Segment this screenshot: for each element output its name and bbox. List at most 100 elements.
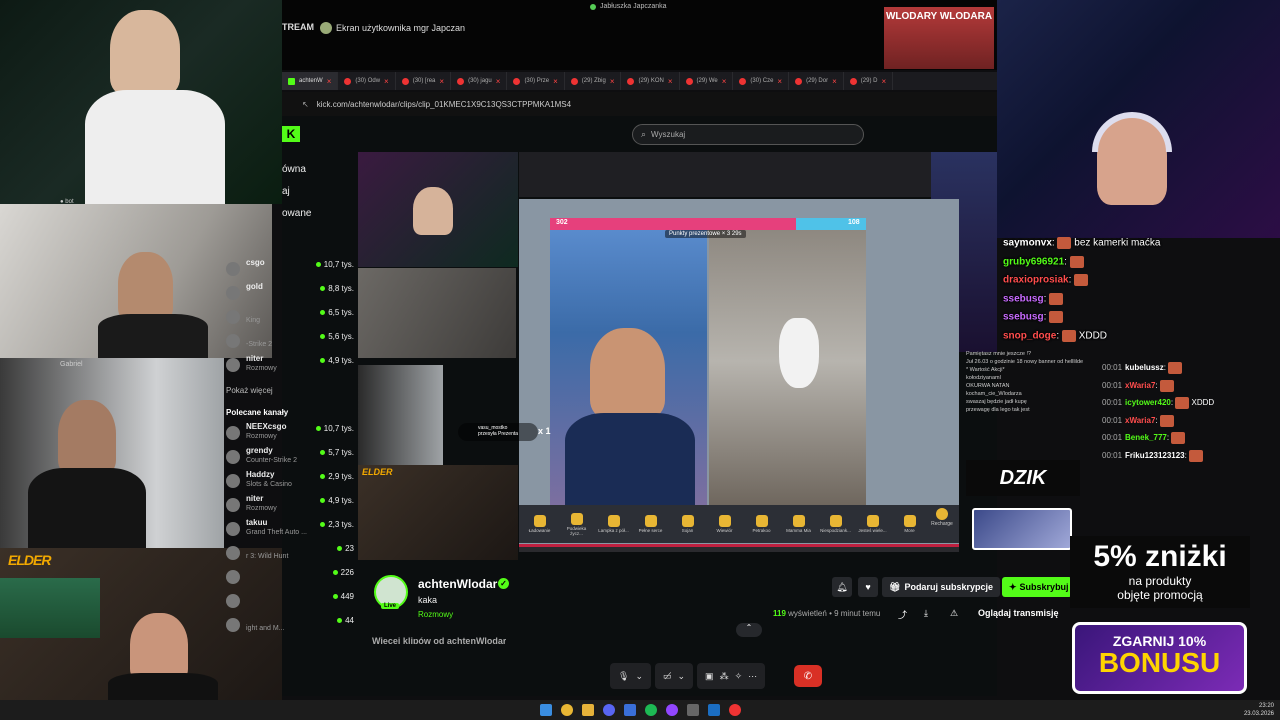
gift-item[interactable]: Mamma Mia — [782, 515, 815, 533]
close-icon[interactable]: × — [327, 77, 332, 86]
gift-item[interactable]: Petrakoo — [745, 515, 778, 533]
store-icon[interactable] — [623, 704, 636, 716]
close-icon[interactable]: × — [439, 77, 444, 86]
chat-username[interactable]: xWaria7 — [1125, 381, 1155, 390]
report-icon[interactable]: ⚠ — [950, 608, 958, 619]
sidebar-nav-browse[interactable]: aj — [282, 186, 290, 197]
steam-icon[interactable] — [707, 704, 720, 716]
viewer-count: 6,5 tys. — [320, 308, 354, 317]
sidebar-channel-row[interactable]: ight and M... 44 — [224, 614, 354, 642]
kick-logo-icon[interactable]: K — [282, 126, 300, 142]
show-more-link[interactable]: Pokaż więcej — [226, 386, 273, 395]
gift-label: Jesteś wiele... — [858, 528, 887, 533]
start-icon[interactable] — [539, 704, 552, 716]
close-icon[interactable]: × — [832, 77, 837, 86]
tab-10[interactable]: (29) D × — [844, 72, 894, 90]
viewer-number: 2,9 tys. — [328, 472, 354, 481]
sidebar-nav-following[interactable]: owane — [282, 208, 311, 219]
wlodary-poster: WLODARY WLODARA — [884, 7, 994, 69]
sidebar-nav-home[interactable]: ówna — [282, 164, 306, 175]
chat-message: przewagę dla lego tak jest — [966, 407, 1030, 413]
tab-5[interactable]: (29) Zbig × — [565, 72, 622, 90]
chat-username[interactable]: xWaria7 — [1125, 416, 1155, 425]
chat-username[interactable]: ssebusg — [1003, 312, 1044, 323]
close-icon[interactable]: × — [668, 77, 673, 86]
discount-line2: objęte promocją — [1117, 588, 1203, 602]
recorder-icon[interactable] — [728, 704, 741, 716]
clock-time: 23:20 — [1258, 703, 1274, 709]
close-icon[interactable]: × — [722, 77, 727, 86]
subscribe-button[interactable]: ✦ Subskrybuj — [1002, 577, 1072, 597]
chrome-icon[interactable] — [560, 704, 573, 716]
more-controls[interactable]: ▣ ⁂ ✧ ⋯ — [697, 663, 766, 689]
channel-name[interactable]: achtenWlodar — [418, 577, 497, 591]
recharge-button[interactable]: Recharge — [928, 508, 956, 527]
gift-item[interactable]: Jesteś wiele... — [856, 515, 889, 533]
chat-username[interactable]: Friku123123123 — [1125, 451, 1185, 460]
chat-username[interactable]: ssebusg — [1003, 293, 1044, 304]
close-icon[interactable]: × — [610, 77, 615, 86]
app-icon[interactable] — [686, 704, 699, 716]
tab-2[interactable]: (30) [rea × — [396, 72, 452, 90]
mic-control[interactable]: 🎙︎ ⌄ — [610, 663, 651, 689]
close-icon[interactable]: × — [496, 77, 501, 86]
chat-username[interactable]: draxioprosiak — [1003, 275, 1069, 286]
tab-0[interactable]: achtenW × — [282, 72, 339, 90]
watch-stream-link[interactable]: Oglądaj transmisję — [978, 608, 1059, 618]
camera-control[interactable]: ▭̸ ⌄ — [654, 663, 694, 689]
chat-time: 00:01 — [1102, 433, 1123, 443]
download-icon[interactable]: ⤓ — [924, 608, 928, 619]
close-icon[interactable]: × — [384, 77, 389, 86]
tab-3[interactable]: (30) jagu × — [451, 72, 508, 90]
search-input[interactable]: ⌕ Wyszukaj — [632, 124, 864, 145]
tab-9[interactable]: (29) Dor × — [789, 72, 844, 90]
spotify-icon[interactable] — [644, 704, 657, 716]
tab-1[interactable]: (30) Odw × — [338, 72, 396, 90]
obs-icon[interactable] — [665, 704, 678, 716]
chat-username[interactable]: kubelussz — [1125, 363, 1164, 372]
pk-left-score: 302 — [556, 219, 568, 226]
folder-icon[interactable] — [581, 704, 594, 716]
emote-icon — [1159, 379, 1174, 392]
chat-username[interactable]: saymonvx — [1003, 238, 1052, 249]
gift-item[interactable]: Niespodziank... — [819, 515, 852, 533]
close-icon[interactable]: × — [777, 77, 782, 86]
end-call-button[interactable]: ✆ — [794, 665, 822, 687]
gift-label: Niespodziank... — [820, 528, 851, 533]
chat-username[interactable]: icytower420 — [1125, 398, 1171, 407]
tab-4[interactable]: (30) Prze × — [507, 72, 565, 90]
tab-8[interactable]: (30) Cze × — [733, 72, 790, 90]
favicon-icon — [627, 77, 635, 85]
system-clock[interactable]: 23:20 23.03.2026 — [1244, 702, 1274, 718]
progress-track[interactable] — [519, 544, 959, 552]
gift-item[interactable]: Ładowanie — [523, 515, 556, 533]
close-icon[interactable]: × — [553, 77, 558, 86]
right-chat-overlay: saymonvx: bez kamerki maćka gruby696921: … — [997, 235, 1280, 355]
gift-item[interactable]: Lampka z pół... — [597, 515, 630, 533]
favicon-icon — [849, 77, 857, 85]
gift-item[interactable]: Sojan — [671, 515, 704, 533]
close-icon[interactable]: × — [881, 77, 886, 86]
collapse-chevron-icon[interactable]: ⌃ — [736, 623, 762, 637]
channel-category[interactable]: Rozmowy — [418, 610, 453, 619]
avatar — [226, 262, 240, 276]
sidebar-channel-row[interactable]: niter Rozmowy 4,9 tys. — [224, 354, 354, 382]
discord-icon[interactable] — [602, 704, 615, 716]
chat-username[interactable]: snop_doge — [1003, 330, 1056, 341]
tab-7[interactable]: (29) We × — [680, 72, 734, 90]
gift-item[interactable]: Podwieka życz... — [560, 512, 593, 536]
address-bar[interactable]: ↖ kick.com/achtenwlodar/clips/clip_01KME… — [282, 92, 997, 116]
tab-6[interactable]: (29) KON × — [621, 72, 680, 90]
viewer-count: 449 — [332, 592, 354, 601]
gift-item[interactable]: Wiewiór — [708, 515, 741, 533]
gift-item[interactable]: More — [893, 515, 926, 533]
gift-sub-button[interactable]: 🎁︎ Podaruj subskrypcje — [882, 577, 1000, 597]
gift-item[interactable]: Pełne serce — [634, 515, 667, 533]
follow-button[interactable]: ♥ — [858, 577, 878, 597]
chat-username[interactable]: Benek_777 — [1125, 433, 1167, 442]
chat-message: 00:01 icytower420: XDDD — [1102, 397, 1215, 409]
chat-message: kocham_cie_Wlodarza — [966, 391, 1022, 397]
share-icon[interactable]: ⤴ — [898, 608, 907, 621]
notification-bell-button[interactable]: 🔔︎ — [832, 577, 852, 597]
chat-username[interactable]: gruby696921 — [1003, 256, 1064, 267]
